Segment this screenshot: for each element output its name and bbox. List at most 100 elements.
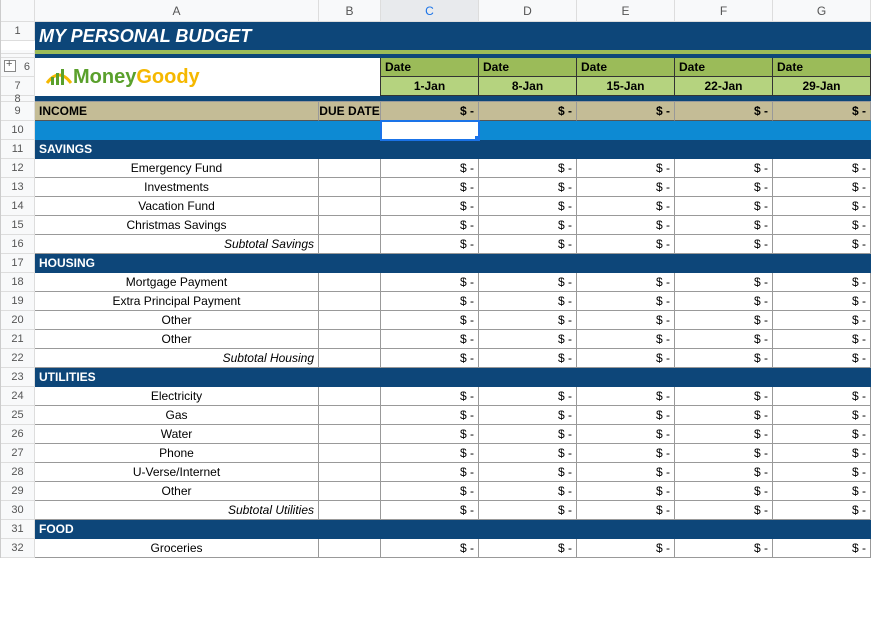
amount-cell[interactable]: $ - [479, 178, 577, 197]
amount-cell[interactable]: $ - [381, 178, 479, 197]
amount-cell[interactable]: $ - [577, 444, 675, 463]
amount-cell[interactable]: $ - [577, 235, 675, 254]
amount-cell[interactable]: $ - [577, 387, 675, 406]
amount-cell[interactable]: $ - [479, 159, 577, 178]
due-date-cell[interactable] [319, 425, 381, 444]
row-header[interactable]: 22 [1, 349, 35, 368]
amount-cell[interactable]: $ - [381, 406, 479, 425]
line-item-label[interactable]: Electricity [35, 387, 319, 406]
amount-cell[interactable]: $ - [773, 425, 871, 444]
line-item-label[interactable]: Extra Principal Payment [35, 292, 319, 311]
amount-cell[interactable]: $ - [675, 463, 773, 482]
amount-cell[interactable]: $ - [479, 349, 577, 368]
date-value[interactable]: 22-Jan [675, 77, 773, 96]
amount-cell[interactable]: $ - [675, 178, 773, 197]
due-date-cell[interactable] [319, 330, 381, 349]
line-item-label[interactable]: Vacation Fund [35, 197, 319, 216]
row-header[interactable]: 26 [1, 425, 35, 444]
section-header[interactable]: UTILITIES [35, 368, 871, 387]
column-header-C[interactable]: C [381, 0, 479, 22]
row-header[interactable]: 20 [1, 311, 35, 330]
line-item-label[interactable]: Gas [35, 406, 319, 425]
amount-cell[interactable]: $ - [479, 216, 577, 235]
amount-cell[interactable]: $ - [675, 311, 773, 330]
amount-cell[interactable]: $ - [577, 539, 675, 558]
amount-cell[interactable]: $ - [675, 216, 773, 235]
amount-cell[interactable]: $ - [773, 501, 871, 520]
column-header-A[interactable]: A [35, 0, 319, 22]
row-header[interactable]: 11 [1, 140, 35, 159]
amount-cell[interactable]: $ - [773, 463, 871, 482]
amount-cell[interactable]: $ - [675, 235, 773, 254]
due-date-cell[interactable] [319, 216, 381, 235]
row-header[interactable]: 30 [1, 501, 35, 520]
amount-cell[interactable]: $ - [577, 330, 675, 349]
amount-cell[interactable]: $ - [577, 463, 675, 482]
due-date-cell[interactable] [319, 292, 381, 311]
amount-cell[interactable]: $ - [577, 159, 675, 178]
line-item-label[interactable]: Other [35, 311, 319, 330]
select-all-corner[interactable] [1, 0, 35, 22]
amount-cell[interactable]: $ - [773, 482, 871, 501]
amount-cell[interactable]: $ - [479, 311, 577, 330]
column-header-D[interactable]: D [479, 0, 577, 22]
line-item-label[interactable]: Christmas Savings [35, 216, 319, 235]
amount-cell[interactable]: $ - [773, 273, 871, 292]
cell[interactable] [773, 121, 871, 140]
amount-cell[interactable]: $ - [479, 425, 577, 444]
amount-cell[interactable]: $ - [381, 387, 479, 406]
date-label[interactable]: Date [577, 58, 675, 77]
amount-cell[interactable]: $ - [773, 444, 871, 463]
amount-cell[interactable]: $ - [479, 444, 577, 463]
amount-cell[interactable]: $ - [479, 406, 577, 425]
due-date-cell[interactable] [319, 178, 381, 197]
amount-cell[interactable]: $ - [381, 311, 479, 330]
row-header[interactable]: 18 [1, 273, 35, 292]
amount-cell[interactable]: $ - [577, 292, 675, 311]
row-header[interactable]: 12 [1, 159, 35, 178]
amount-cell[interactable]: $ - [381, 216, 479, 235]
due-date-cell[interactable] [319, 311, 381, 330]
due-date-cell[interactable] [319, 406, 381, 425]
amount-cell[interactable]: $ - [773, 539, 871, 558]
date-label[interactable]: Date [381, 58, 479, 77]
amount-cell[interactable]: $ - [479, 273, 577, 292]
amount-cell[interactable]: $ - [773, 330, 871, 349]
amount-cell[interactable]: $ - [675, 197, 773, 216]
amount-cell[interactable]: $ - [773, 349, 871, 368]
row-header[interactable]: 25 [1, 406, 35, 425]
amount-cell[interactable]: $ - [381, 539, 479, 558]
amount-cell[interactable]: $ - [577, 482, 675, 501]
due-date-cell[interactable] [319, 387, 381, 406]
column-header-B[interactable]: B [319, 0, 381, 22]
due-date-cell[interactable] [319, 444, 381, 463]
amount-cell[interactable]: $ - [577, 406, 675, 425]
due-date-cell[interactable] [319, 463, 381, 482]
row-header[interactable]: 32 [1, 539, 35, 558]
row-header[interactable]: 10 [1, 121, 35, 140]
cell[interactable] [479, 121, 577, 140]
amount-cell[interactable]: $ - [773, 311, 871, 330]
amount-cell[interactable]: $ - [577, 501, 675, 520]
row-header[interactable]: 14 [1, 197, 35, 216]
amount-cell[interactable]: $ - [773, 178, 871, 197]
date-value[interactable]: 29-Jan [773, 77, 871, 96]
amount-cell[interactable]: $ - [675, 292, 773, 311]
line-item-label[interactable]: Mortgage Payment [35, 273, 319, 292]
amount-cell[interactable]: $ - [675, 425, 773, 444]
amount-cell[interactable]: $ - [675, 482, 773, 501]
amount-cell[interactable]: $ - [675, 387, 773, 406]
amount-cell[interactable]: $ - [577, 425, 675, 444]
income-total-cell[interactable]: $ - [675, 102, 773, 121]
row-header[interactable]: 1 [1, 22, 35, 41]
due-date-cell[interactable] [319, 482, 381, 501]
amount-cell[interactable]: $ - [675, 273, 773, 292]
row-header[interactable]: 28 [1, 463, 35, 482]
amount-cell[interactable]: $ - [773, 387, 871, 406]
amount-cell[interactable]: $ - [381, 159, 479, 178]
cell[interactable] [35, 121, 319, 140]
subtotal-label[interactable]: Subtotal Housing [35, 349, 319, 368]
row-header[interactable]: 9 [1, 102, 35, 121]
amount-cell[interactable]: $ - [773, 406, 871, 425]
amount-cell[interactable]: $ - [479, 501, 577, 520]
